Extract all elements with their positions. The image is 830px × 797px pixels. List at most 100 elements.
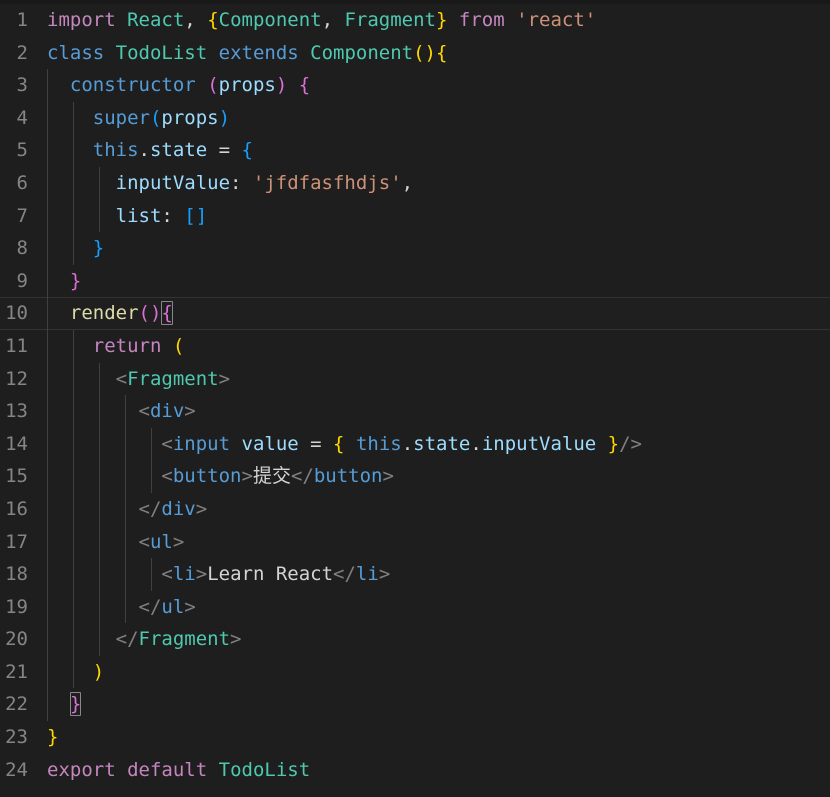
token-jsx-close-bracket: > [378, 563, 391, 586]
line-number-gutter[interactable]: 10 [0, 297, 30, 330]
code-line[interactable]: 22 } [0, 688, 830, 722]
token-jsx-close-bracket: > [184, 595, 196, 618]
code-line[interactable]: 9 } [0, 264, 830, 298]
code-line-content[interactable]: export default TodoList [47, 754, 310, 787]
code-line-content[interactable]: ) [47, 656, 104, 689]
line-number-gutter[interactable]: 18 [0, 558, 30, 591]
code-line[interactable]: 23 } [0, 721, 830, 754]
code-line-content[interactable]: return ( [47, 330, 185, 363]
code-line-content[interactable]: inputValue: 'jfdfasfhdjs', [47, 167, 413, 200]
token-keyword-this: this [355, 432, 402, 455]
code-line[interactable]: 6 inputValue: 'jfdfasfhdjs', [0, 166, 830, 200]
code-line[interactable]: 21 ) [0, 655, 830, 689]
token-brace-close-matched: } [69, 692, 82, 717]
code-line[interactable]: 15 <button>提交</button> [0, 460, 830, 493]
code-line[interactable]: 4 super(props) [0, 101, 830, 135]
line-number-gutter[interactable]: 13 [0, 395, 30, 428]
token-brace-open-matched: { [161, 301, 173, 326]
code-line-content[interactable]: super(props) [47, 102, 230, 135]
code-line[interactable]: 24 export default TodoList [0, 754, 830, 787]
line-number: 18 [5, 563, 28, 586]
line-number: 17 [5, 530, 28, 553]
code-line[interactable]: 19 </ul> [0, 590, 830, 624]
token-function-render: render [69, 302, 139, 325]
code-line-content[interactable]: } [47, 721, 58, 754]
line-number-gutter[interactable]: 16 [0, 493, 30, 526]
code-line[interactable]: 2 class TodoList extends Component(){ [0, 37, 830, 70]
code-line-content[interactable]: <button>提交</button> [47, 460, 394, 493]
token-param-props: props [218, 74, 276, 97]
code-line-content[interactable]: } [47, 688, 82, 721]
code-line[interactable]: 13 <div> [0, 395, 830, 428]
line-number-gutter[interactable]: 6 [0, 167, 30, 200]
line-number-gutter[interactable]: 19 [0, 591, 30, 624]
line-number-gutter[interactable]: 22 [0, 688, 30, 721]
token-paren-open: ( [149, 106, 162, 129]
token-jsx-tag-button: button [313, 465, 383, 488]
code-line-content[interactable]: } [47, 232, 104, 265]
code-line[interactable]: 12 <Fragment> [0, 362, 830, 396]
code-line-content[interactable]: list: [] [47, 200, 208, 233]
line-number-gutter[interactable]: 21 [0, 656, 30, 689]
code-line[interactable]: 20 </Fragment> [0, 623, 830, 656]
code-line[interactable]: 11 return ( [0, 329, 830, 363]
code-line-content[interactable]: <input value = { this.state.inputValue }… [47, 428, 642, 461]
token-jsx-open-bracket: </ [333, 563, 356, 586]
token-jsx-tag-div: div [149, 400, 185, 423]
line-number-gutter[interactable]: 4 [0, 102, 30, 135]
code-line-content[interactable]: </Fragment> [47, 623, 242, 656]
code-line-content[interactable]: <div> [47, 395, 196, 428]
code-line-content[interactable]: } [47, 265, 81, 298]
token-brace-open: { [207, 9, 219, 31]
editor-top-strip [0, 0, 830, 4]
code-line[interactable]: 8 } [0, 232, 830, 265]
token-jsx-close-bracket: > [184, 400, 196, 423]
code-line-content[interactable]: class TodoList extends Component(){ [47, 37, 447, 70]
token-jsx-open-bracket: < [115, 367, 128, 390]
line-number-gutter[interactable]: 24 [0, 754, 30, 787]
line-number-gutter[interactable]: 1 [0, 4, 30, 37]
line-number-gutter[interactable]: 3 [0, 69, 30, 102]
line-number-gutter[interactable]: 17 [0, 526, 30, 559]
code-line-active[interactable]: 10 render(){ [0, 297, 830, 330]
token-property-state: state [413, 432, 471, 455]
code-line[interactable]: 16 </div> [0, 492, 830, 526]
code-line[interactable]: 14 <input value = { this.state.inputValu… [0, 427, 830, 461]
code-line-content[interactable]: </ul> [47, 591, 196, 624]
code-line[interactable]: 1 import React, {Component, Fragment} fr… [0, 4, 830, 37]
line-number-gutter[interactable]: 8 [0, 232, 30, 265]
line-number-gutter[interactable]: 2 [0, 37, 30, 70]
code-line-content[interactable]: constructor (props) { [47, 69, 310, 102]
code-line-content[interactable]: <Fragment> [47, 363, 230, 396]
token-jsx-open-bracket: < [161, 432, 173, 455]
code-line[interactable]: 18 <li>Learn React</li> [0, 558, 830, 591]
line-number-gutter[interactable]: 14 [0, 428, 30, 461]
token-jsx-tag-input: input [172, 432, 231, 455]
token-jsx-close-bracket: > [218, 367, 231, 390]
token-jsx-close-bracket: > [241, 465, 253, 488]
token-property-inputvalue: inputValue [115, 171, 231, 194]
line-number: 13 [5, 400, 28, 423]
token-jsx-tag-ul: ul [161, 595, 185, 618]
line-number-gutter[interactable]: 7 [0, 200, 30, 233]
line-number-gutter[interactable]: 5 [0, 134, 30, 167]
line-number-gutter[interactable]: 9 [0, 265, 30, 298]
code-line-content[interactable]: import React, {Component, Fragment} from… [47, 4, 596, 37]
code-line-content[interactable]: </div> [47, 493, 208, 526]
code-line[interactable]: 3 constructor (props) { [0, 69, 830, 102]
line-number-gutter[interactable]: 11 [0, 330, 30, 363]
code-editor[interactable]: 1 import React, {Component, Fragment} fr… [0, 0, 830, 797]
line-number-gutter[interactable]: 20 [0, 623, 30, 656]
code-line-content[interactable]: <li>Learn React</li> [47, 558, 390, 591]
code-line[interactable]: 7 list: [] [0, 199, 830, 233]
editor-lines-container[interactable]: 1 import React, {Component, Fragment} fr… [0, 4, 830, 786]
code-line-content[interactable]: this.state = { [47, 134, 253, 167]
code-line[interactable]: 5 this.state = { [0, 134, 830, 167]
code-line-content[interactable]: render(){ [47, 297, 173, 330]
code-line-content[interactable]: <ul> [47, 526, 185, 559]
token-paren-open: ( [207, 74, 219, 97]
line-number-gutter[interactable]: 12 [0, 363, 30, 396]
line-number-gutter[interactable]: 15 [0, 460, 30, 493]
code-line[interactable]: 17 <ul> [0, 525, 830, 559]
line-number-gutter[interactable]: 23 [0, 721, 30, 754]
